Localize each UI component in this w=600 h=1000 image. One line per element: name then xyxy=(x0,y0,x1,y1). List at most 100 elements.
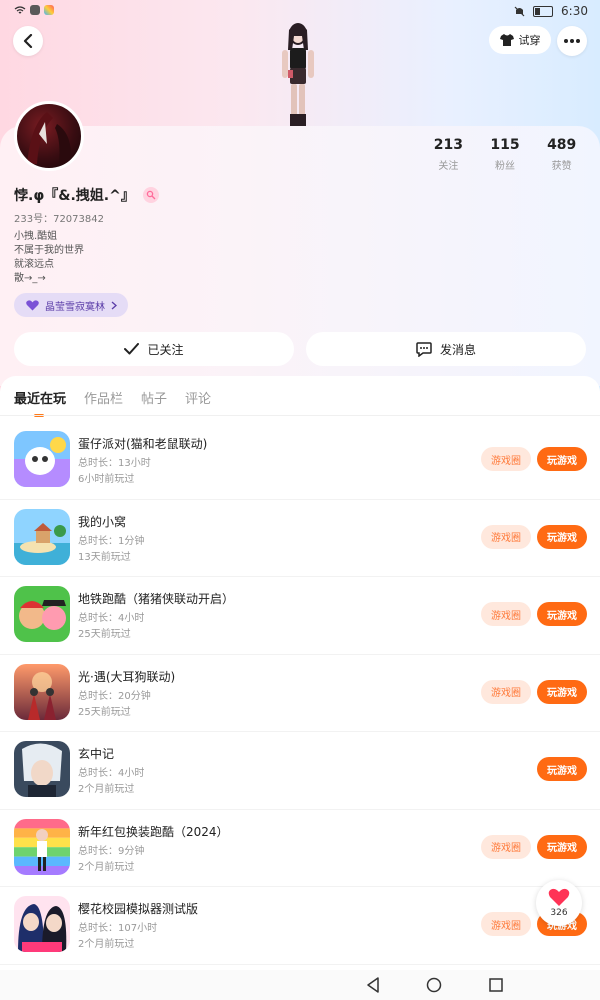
wifi-icon xyxy=(14,5,26,13)
followed-button[interactable]: 已关注 xyxy=(14,332,294,366)
game-circle-button[interactable]: 游戏圈 xyxy=(481,912,531,936)
stat-followers-value: 115 xyxy=(490,137,520,153)
chevron-right-icon xyxy=(111,301,117,309)
gender-tag-icon xyxy=(142,187,159,203)
system-nav-bar xyxy=(0,970,600,1000)
chevron-left-icon xyxy=(23,34,33,48)
avatar-3d-figure[interactable] xyxy=(268,20,328,130)
game-duration: 总时长：9分钟 xyxy=(78,845,145,857)
game-circle-button[interactable]: 游戏圈 xyxy=(481,602,531,626)
tab-divider xyxy=(0,415,600,416)
game-row[interactable]: 我的小窝 总时长：1分钟 13天前玩过 游戏圈 玩游戏 xyxy=(0,500,600,577)
play-game-button[interactable]: 玩游戏 xyxy=(537,602,587,626)
game-last-played: 6小时前玩过 xyxy=(78,474,135,485)
stat-likes-value: 489 xyxy=(547,137,577,153)
avatar[interactable] xyxy=(14,101,84,171)
send-message-button[interactable]: 发消息 xyxy=(306,332,586,366)
game-icon[interactable] xyxy=(14,741,70,797)
tshirt-icon xyxy=(499,34,514,46)
content-panel: 最近在玩 作品栏 帖子 评论 蛋仔派对(猫和老鼠联动) 总时长：13小时 6小时… xyxy=(0,376,600,966)
game-last-played: 13天前玩过 xyxy=(78,551,131,563)
game-icon[interactable] xyxy=(14,896,70,952)
game-title: 新年红包换装跑酷（2024） xyxy=(78,824,229,839)
mute-icon xyxy=(514,6,525,16)
tab-recent-games[interactable]: 最近在玩 xyxy=(14,388,66,417)
game-row[interactable]: 新年红包换装跑酷（2024） 总时长：9分钟 2个月前玩过 游戏圈 玩游戏 xyxy=(0,810,600,887)
stat-followers[interactable]: 115 粉丝 xyxy=(477,137,534,172)
game-icon[interactable] xyxy=(14,508,70,565)
more-button[interactable] xyxy=(557,26,587,56)
stat-following[interactable]: 213 关注 xyxy=(420,137,477,172)
like-floating-button[interactable]: 326 xyxy=(536,880,582,926)
game-icon[interactable] xyxy=(14,818,70,875)
game-last-played: 2个月前玩过 xyxy=(78,939,135,950)
message-icon xyxy=(416,341,432,357)
send-message-label: 发消息 xyxy=(439,342,476,357)
more-dots-icon xyxy=(564,39,580,43)
tab-posts[interactable]: 帖子 xyxy=(141,388,167,407)
bio-line: 小拽.酷姐 xyxy=(14,231,58,242)
game-row[interactable]: 玄中记 总时长：4小时 2个月前玩过 玩游戏 xyxy=(0,732,600,810)
play-game-button[interactable]: 玩游戏 xyxy=(537,679,587,704)
game-duration: 总时长：4小时 xyxy=(78,613,145,624)
stat-following-value: 213 xyxy=(433,137,463,153)
bio-line: 散→_→ xyxy=(14,273,46,284)
nav-back-icon[interactable] xyxy=(366,977,380,993)
stat-followers-label: 粉丝 xyxy=(495,161,515,172)
stat-likes[interactable]: 489 获赞 xyxy=(533,137,590,172)
game-duration: 总时长：20分钟 xyxy=(78,690,151,702)
like-count: 326 xyxy=(550,908,568,918)
game-duration: 总时长：4小时 xyxy=(78,768,145,779)
game-title: 樱花校园模拟器测试版 xyxy=(78,902,199,916)
play-game-button[interactable]: 玩游戏 xyxy=(537,524,587,549)
game-last-played: 2个月前玩过 xyxy=(78,861,135,873)
username: 悖.φ『&.拽姐.^』 xyxy=(14,188,135,204)
username-row: 悖.φ『&.拽姐.^』 xyxy=(14,185,159,205)
back-button[interactable] xyxy=(13,26,43,56)
guild-badge[interactable]: 晶莹雪寂寞林 xyxy=(14,293,128,317)
game-icon[interactable] xyxy=(14,663,70,720)
game-icon[interactable] xyxy=(14,586,70,642)
try-on-button[interactable]: 试穿 xyxy=(489,26,551,54)
game-circle-button[interactable]: 游戏圈 xyxy=(481,447,531,471)
game-title: 地铁跑酷（猪猪侠联动开启） xyxy=(78,592,235,606)
bio-line: 不属于我的世界 xyxy=(14,245,84,256)
game-last-played: 25天前玩过 xyxy=(78,706,131,718)
stat-likes-label: 获赞 xyxy=(551,161,572,172)
status-time: 6:30 xyxy=(561,4,588,18)
game-row[interactable]: 樱花校园模拟器测试版 总时长：107小时 2个月前玩过 游戏圈 玩游戏 xyxy=(0,887,600,965)
play-game-button[interactable]: 玩游戏 xyxy=(537,834,587,859)
play-game-button[interactable]: 玩游戏 xyxy=(537,757,587,781)
bio: 小拽.酷姐 不属于我的世界 就滚远点 散→_→ xyxy=(14,230,84,286)
avatar-image xyxy=(27,112,72,164)
game-circle-button[interactable]: 游戏圈 xyxy=(481,834,531,859)
try-on-label: 试穿 xyxy=(518,34,541,47)
game-icon[interactable] xyxy=(14,431,70,487)
profile-stats: 213 关注 115 粉丝 489 获赞 xyxy=(420,137,590,172)
bio-line: 就滚远点 xyxy=(14,259,54,270)
app-notification-icon xyxy=(44,5,54,15)
game-row[interactable]: 光·遇(大耳狗联动) 总时长：20分钟 25天前玩过 游戏圈 玩游戏 xyxy=(0,655,600,732)
recent-games-list: 蛋仔派对(猫和老鼠联动) 总时长：13小时 6小时前玩过 游戏圈 玩游戏 我的小… xyxy=(0,422,600,965)
nav-recents-icon[interactable] xyxy=(489,978,503,992)
notification-icon xyxy=(30,5,40,15)
nav-home-icon[interactable] xyxy=(426,977,442,993)
game-title: 玄中记 xyxy=(78,747,115,761)
game-circle-button[interactable]: 游戏圈 xyxy=(481,524,531,549)
game-title: 我的小窝 xyxy=(78,514,127,529)
game-last-played: 25天前玩过 xyxy=(78,629,131,640)
heart-icon xyxy=(548,888,570,906)
game-row[interactable]: 地铁跑酷（猪猪侠联动开启） 总时长：4小时 25天前玩过 游戏圈 玩游戏 xyxy=(0,577,600,655)
play-game-button[interactable]: 玩游戏 xyxy=(537,447,587,471)
stat-following-label: 关注 xyxy=(438,161,459,172)
tab-works[interactable]: 作品栏 xyxy=(84,388,123,407)
battery-icon xyxy=(533,5,554,17)
game-circle-button[interactable]: 游戏圈 xyxy=(481,679,531,704)
followed-label: 已关注 xyxy=(147,342,184,357)
user-id: 233号：72073842 xyxy=(14,214,104,225)
purple-heart-icon xyxy=(26,299,39,310)
game-title: 蛋仔派对(猫和老鼠联动) xyxy=(78,437,208,451)
profile-tabs: 最近在玩 作品栏 帖子 评论 xyxy=(14,388,211,417)
game-row[interactable]: 蛋仔派对(猫和老鼠联动) 总时长：13小时 6小时前玩过 游戏圈 玩游戏 xyxy=(0,422,600,500)
tab-comments[interactable]: 评论 xyxy=(185,388,211,407)
